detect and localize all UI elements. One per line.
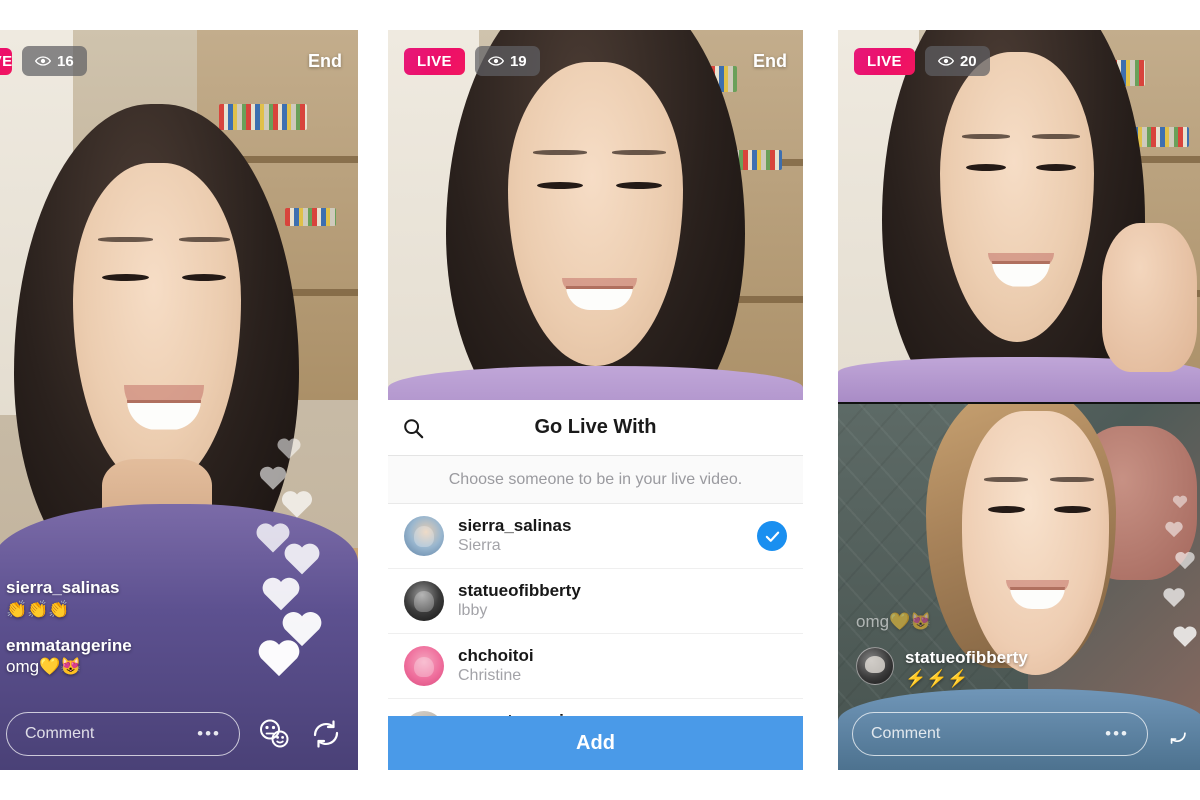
list-item[interactable]: sierra_salinas Sierra: [388, 504, 803, 570]
panel-dual-live: LIVE 20 omg💛😻 statueofibberty ⚡⚡⚡ Commen…: [838, 30, 1200, 770]
user-handle: sierra_salinas: [458, 516, 572, 535]
top-bar-panel3: LIVE 20: [838, 30, 1200, 92]
comment-item: sierra_salinas 👏👏👏: [6, 577, 132, 620]
more-options-icon[interactable]: •••: [1105, 724, 1129, 744]
avatar: [404, 581, 444, 622]
comment-text: omg💛😻: [856, 611, 932, 631]
comment-item: omg💛😻: [856, 611, 1028, 633]
live-badge: LIVE: [854, 47, 915, 75]
live-badge: LIVE: [0, 47, 12, 75]
screenshot-stage: LIVE 16 End sierra_salinas 👏👏: [0, 0, 1200, 800]
user-names: statueofibberty lbby: [458, 580, 787, 622]
list-item[interactable]: statueofibberty lbby: [388, 569, 803, 635]
comment-stream-panel3: omg💛😻 statueofibberty ⚡⚡⚡: [856, 611, 1028, 690]
comment-username: sierra_salinas: [6, 578, 120, 598]
more-options-icon[interactable]: •••: [197, 724, 221, 744]
comment-item: emmatangerine omg💛😻: [6, 635, 132, 678]
avatar: [404, 646, 444, 687]
bottom-bar-panel1: Comment •••: [0, 712, 358, 756]
sheet-header: Go Live With: [388, 400, 803, 456]
list-item[interactable]: emmatangerine emma: [388, 699, 803, 716]
end-broadcast-button[interactable]: End: [753, 51, 787, 72]
add-guest-icon[interactable]: [256, 716, 292, 752]
selected-check-icon[interactable]: [757, 521, 787, 552]
comment-stream-panel1: sierra_salinas 👏👏👏 emmatangerine omg💛😻: [6, 577, 132, 692]
top-bar-panel2: LIVE 19 End: [388, 30, 803, 92]
eye-icon: [937, 56, 954, 66]
user-fullname: Christine: [458, 667, 522, 685]
list-item[interactable]: chchoitoi Christine: [388, 634, 803, 700]
viewer-count-value: 19: [509, 52, 527, 70]
comment-input[interactable]: Comment •••: [6, 712, 240, 756]
viewer-count-value: 16: [57, 52, 74, 70]
end-broadcast-button[interactable]: End: [308, 51, 342, 72]
comment-text: omg💛😻: [6, 656, 82, 676]
comment-placeholder: Comment: [871, 725, 941, 742]
panel-go-live-with: LIVE 19 End Go Live With Choose someone …: [388, 30, 803, 770]
search-icon[interactable]: [402, 417, 424, 439]
user-handle: chchoitoi: [458, 646, 534, 666]
flip-camera-icon[interactable]: [308, 716, 344, 752]
comment-text: 👏👏👏: [6, 599, 70, 619]
add-button[interactable]: Add: [388, 716, 803, 770]
top-bar-panel1: LIVE 16 End: [0, 30, 358, 92]
viewer-count-badge: 19: [474, 46, 540, 76]
viewer-count-badge: 16: [22, 46, 87, 76]
panel-broadcast-self: LIVE 16 End sierra_salinas 👏👏: [0, 30, 358, 770]
sheet-subtitle: Choose someone to be in your live video.: [388, 456, 803, 504]
bottom-bar-panel3: Comment •••: [838, 712, 1200, 756]
comment-text: ⚡⚡⚡: [905, 668, 969, 688]
user-names: sierra_salinas Sierra: [458, 515, 743, 557]
user-list: sierra_salinas Sierra statueofibberty lb…: [388, 504, 803, 716]
flip-camera-icon[interactable]: [1164, 716, 1190, 752]
comment-item: statueofibberty ⚡⚡⚡: [856, 646, 1028, 690]
avatar: [856, 646, 894, 685]
sheet-title: Go Live With: [534, 416, 657, 438]
user-fullname: lbby: [458, 602, 488, 620]
comment-placeholder: Comment: [25, 725, 95, 742]
avatar: [404, 516, 444, 557]
comment-username: emmatangerine: [6, 635, 132, 655]
comment-username: statueofibberty: [905, 647, 1028, 667]
comment-input[interactable]: Comment •••: [852, 712, 1148, 756]
eye-icon: [35, 56, 51, 66]
user-names: chchoitoi Christine: [458, 645, 787, 687]
viewer-count-value: 20: [959, 52, 977, 70]
eye-icon: [487, 56, 504, 66]
go-live-with-sheet: Go Live With Choose someone to be in you…: [388, 400, 803, 770]
user-fullname: Sierra: [458, 537, 501, 555]
user-handle: statueofibberty: [458, 581, 581, 601]
live-badge: LIVE: [404, 47, 465, 75]
viewer-count-badge: 20: [924, 46, 990, 76]
